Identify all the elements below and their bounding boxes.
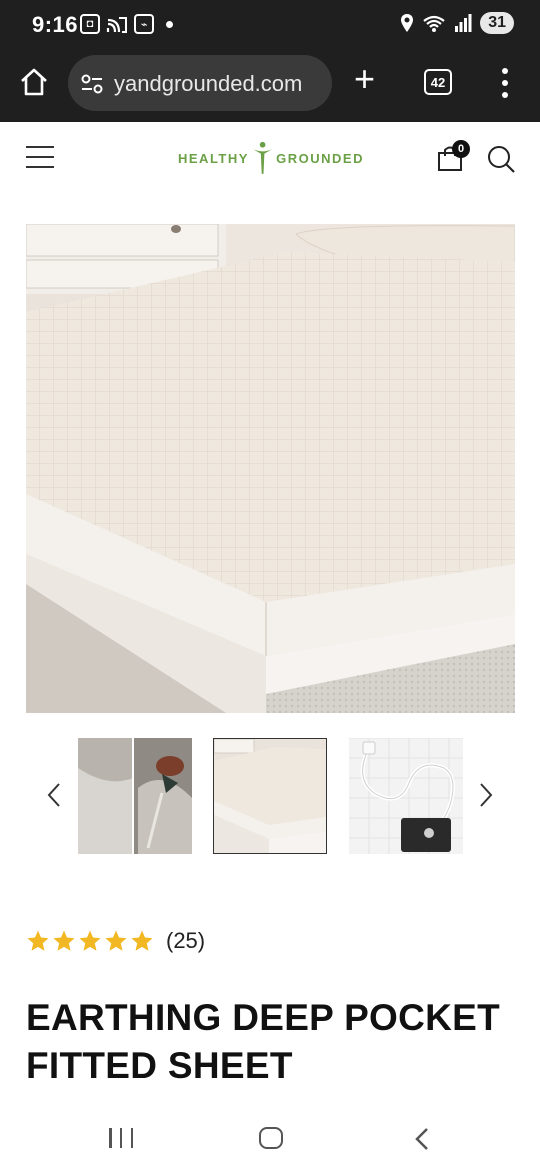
site-header: HEALTHY GROUNDED 0 [0,122,540,194]
menu-icon[interactable] [500,68,510,98]
product-main-image[interactable] [26,224,515,713]
system-nav-bar [0,1106,540,1170]
site-settings-icon[interactable] [80,73,104,95]
recent-apps-icon[interactable] [109,1128,133,1148]
cart-count-badge: 0 [452,140,470,158]
screenshot-icon: ◘ [80,14,100,34]
star-icon [79,930,101,951]
location-icon [401,14,414,32]
chevron-right-icon[interactable] [476,782,496,808]
url-text[interactable]: yandgrounded.com [114,71,324,97]
star-icon [53,930,75,951]
app-icon: ⌁ [134,14,154,34]
product-title: EARTHING DEEP POCKET FITTED SHEET [26,997,501,1086]
logo-text-right: GROUNDED [276,150,364,166]
rating-count[interactable]: (25) [166,928,205,954]
logo-figure-icon [252,141,273,174]
back-icon[interactable] [412,1127,432,1151]
wifi-icon [423,15,445,32]
signal-icon [455,14,472,32]
product-rating[interactable]: (25) [26,928,205,954]
status-icons: ◘ ⌁ [80,14,173,34]
chevron-left-icon[interactable] [44,782,64,808]
thumbnail-carousel [0,738,540,854]
search-icon[interactable] [486,144,516,174]
browser-toolbar: yandgrounded.com + 42 [0,50,540,122]
notification-dot-icon [166,20,173,28]
grounding-cord-thumbnail[interactable] [349,738,463,854]
home-button-icon[interactable] [259,1127,283,1149]
logo-text-left: HEALTHY [178,150,249,166]
status-bar: 9:16 ◘ ⌁ 31 [0,0,540,50]
tab-switcher-button[interactable]: 42 [424,69,452,95]
home-icon[interactable] [18,66,50,98]
address-bar[interactable]: yandgrounded.com [68,55,332,111]
sheet-detail-thumbnail[interactable] [78,738,192,854]
hamburger-menu-icon[interactable] [26,146,54,168]
star-icon [27,930,49,951]
site-logo[interactable]: HEALTHY GROUNDED [178,138,364,178]
star-icon [105,930,127,951]
cast-icon [106,17,127,33]
status-time: 9:16 [32,12,79,37]
new-tab-icon[interactable]: + [354,61,375,97]
battery-indicator: 31 [480,12,514,34]
star-icon [131,930,153,951]
bed-sheet-thumbnail[interactable] [213,738,327,854]
